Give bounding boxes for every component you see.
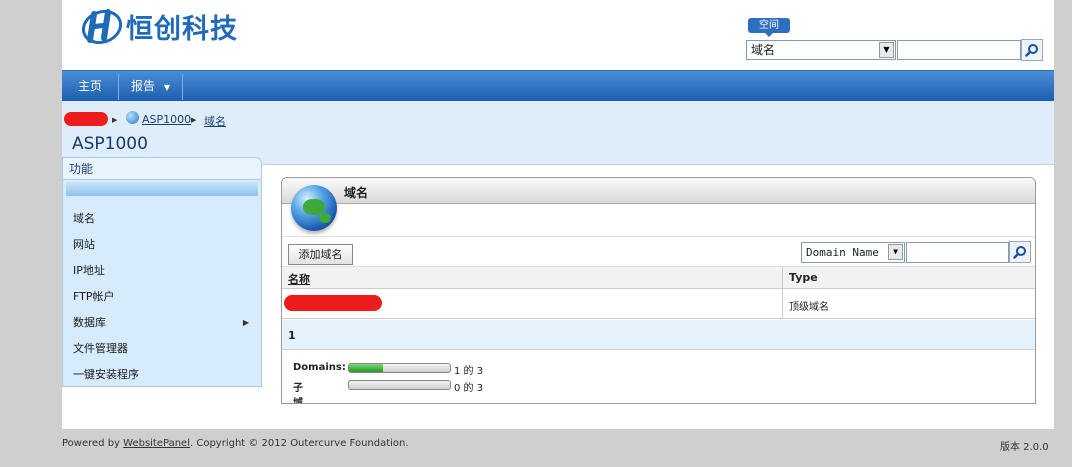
breadcrumb-area: ▶ ASP1000 ▶ 域名 ASP1000 — [62, 101, 1054, 165]
panel-header — [282, 178, 1035, 204]
nav-item-reports-label: 报告 — [131, 79, 156, 93]
domain-type: 顶级域名 — [789, 302, 829, 313]
search-input[interactable] — [897, 40, 1021, 60]
quota-label: 子域名 — [293, 383, 303, 404]
logo-mark-icon — [81, 9, 123, 45]
breadcrumb-item-space[interactable]: ASP1000 — [142, 113, 191, 126]
search-scope-badge: 空间 — [748, 18, 790, 37]
redacted-breadcrumb-link[interactable] — [64, 112, 108, 126]
chevron-down-icon[interactable]: ▼ — [879, 42, 894, 58]
sidebar-item-ip-addresses[interactable]: IP地址 — [63, 258, 261, 284]
sidebar-item-databases[interactable]: 数据库 ▶ — [63, 310, 261, 336]
logo-text: 恒创科技 — [126, 13, 238, 45]
footer-copyright: . Copyright © 2012 Outercurve Foundation… — [189, 438, 409, 449]
chevron-right-icon: ▶ — [242, 318, 249, 327]
quota-label: Domains: — [293, 362, 346, 373]
chevron-right-icon: ▶ — [191, 116, 197, 124]
table-header: 名称 Type — [282, 267, 1035, 289]
page-body: 恒创科技 空间 域名 ▼ 主页 报告 ▼ ▶ ASP1000 ▶ 域名 ASP1… — [62, 0, 1054, 429]
filter-search-button[interactable] — [1009, 241, 1031, 263]
footer-credits: Powered by WebsitePanel. Copyright © 201… — [62, 438, 409, 449]
sidebar-item-file-manager[interactable]: 文件管理器 — [63, 336, 261, 362]
nav-item-home[interactable]: 主页 — [62, 71, 118, 102]
sidebar-item-websites[interactable]: 网站 — [63, 232, 261, 258]
globe-icon — [126, 111, 139, 124]
breadcrumb-item-domains[interactable]: 域名 — [204, 113, 226, 129]
filter-input[interactable] — [906, 242, 1009, 263]
chevron-down-icon: ▼ — [163, 83, 170, 92]
filter-field-value: Domain Name — [806, 246, 879, 259]
page-number[interactable]: 1 — [288, 329, 296, 342]
table-row: 顶级域名 — [282, 289, 1035, 319]
sidebar-item-ftp-accounts[interactable]: FTP帐户 — [63, 284, 261, 310]
globe-land — [319, 213, 331, 223]
search-button[interactable] — [1021, 39, 1043, 61]
column-divider — [782, 267, 783, 319]
sidebar-item-label: 数据库 — [73, 316, 106, 329]
quota-usage-text: 1 的 3 — [454, 366, 484, 377]
sidebar-item-domains[interactable]: 域名 — [63, 206, 261, 232]
column-header-name[interactable]: 名称 — [288, 271, 310, 287]
quota-progress-bar — [348, 380, 451, 390]
quota-usage-text: 0 的 3 — [454, 383, 484, 394]
company-logo[interactable]: 恒创科技 — [80, 6, 238, 46]
redacted-domain-link[interactable] — [284, 295, 382, 311]
globe-icon — [291, 185, 337, 231]
search-icon — [1025, 44, 1038, 57]
sidebar: 功能 域名 网站 IP地址 FTP帐户 数据库 ▶ 文件管理器 一键安装程序 — [62, 157, 262, 387]
quota-progress-fill — [349, 364, 383, 372]
websitepanel-link[interactable]: WebsitePanel — [123, 438, 190, 449]
chevron-right-icon: ▶ — [112, 116, 118, 124]
sidebar-item-app-installer[interactable]: 一键安装程序 — [63, 362, 261, 388]
sidebar-list: 域名 网站 IP地址 FTP帐户 数据库 ▶ 文件管理器 一键安装程序 — [63, 206, 261, 388]
panel-toolbar: 添加域名 Domain Name ▼ — [282, 236, 1035, 267]
top-nav: 主页 报告 ▼ — [62, 70, 1054, 101]
nav-item-reports[interactable]: 报告 ▼ — [119, 71, 182, 102]
chevron-down-icon[interactable]: ▼ — [888, 244, 903, 260]
footer-powered-prefix: Powered by — [62, 438, 124, 449]
nav-divider — [182, 74, 183, 100]
quota-progress-bar — [348, 363, 451, 373]
sidebar-title: 功能 — [63, 158, 261, 180]
add-domain-button[interactable]: 添加域名 — [288, 244, 353, 265]
column-header-type: Type — [789, 271, 818, 284]
domains-panel: 域名 添加域名 Domain Name ▼ 名称 Type 顶级域名 1 Dom… — [281, 177, 1036, 404]
search-scope-value: 域名 — [751, 43, 776, 57]
footer-version: 版本 2.0.0 — [1000, 442, 1049, 453]
filter-field-select[interactable]: Domain Name ▼ — [801, 242, 905, 263]
search-icon — [1013, 246, 1026, 259]
page-title: ASP1000 — [72, 134, 148, 154]
pager: 1 — [282, 320, 1035, 350]
search-scope-select[interactable]: 域名 ▼ — [746, 40, 896, 60]
sidebar-band — [66, 182, 258, 196]
panel-title: 域名 — [344, 186, 369, 200]
